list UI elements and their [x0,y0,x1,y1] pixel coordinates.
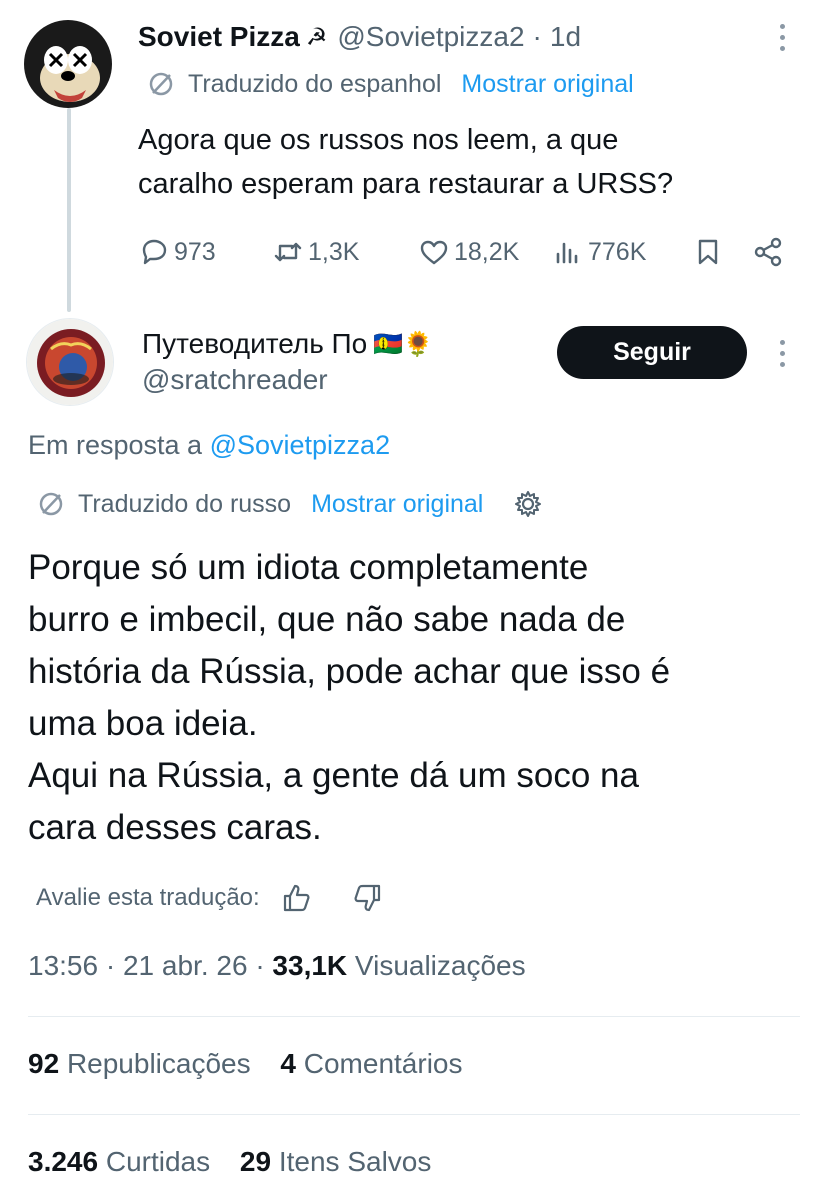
tweet-date[interactable]: 21 abr. 26 [123,950,248,981]
parent-tweet-text: Agora que os russos nos leem, a que cara… [138,118,673,206]
bookmark-icon [698,239,718,265]
main-author-row: Путеводитель По 🇳🇨🌻 [142,326,433,362]
timestamp-sep: · [255,950,265,981]
comments-stat[interactable]: 4 Comentários [280,1048,462,1079]
reposts-label: Republicações [66,1048,251,1079]
parent-display-name[interactable]: Soviet Pizza [138,21,300,53]
retweet-count: 1,3K [308,237,360,266]
follow-button[interactable]: Seguir [557,326,747,379]
avatar-sratchreader[interactable] [26,318,114,406]
parent-time-ago[interactable]: 1d [550,21,581,53]
rate-translation-row: Avalie esta tradução: [36,878,384,918]
translate-icon [39,492,63,516]
comments-count: 4 [280,1048,296,1079]
avatar-soviet-pizza[interactable] [24,20,112,108]
retweet-action[interactable]: 1,3K [272,232,359,272]
like-icon [420,240,448,265]
parent-name-emoji: ☭ [305,23,328,51]
parent-text-line: caralho esperam para restaurar a URSS? [138,168,674,200]
main-text-line: cara desses caras. [28,808,322,847]
reply-action[interactable]: 973 [138,232,216,272]
parent-translation-row: Traduzido do espanhol Mostrar original [148,66,634,102]
share-icon [754,237,782,267]
comments-label: Comentários [303,1048,463,1079]
like-count: 18,2K [454,237,520,266]
thumbs-up-icon[interactable] [280,882,312,914]
saves-label: Itens Salvos [278,1146,432,1177]
main-show-original-link[interactable]: Mostrar original [311,490,483,519]
translate-icon [149,72,173,96]
views-label: Visualizações [354,950,526,981]
likes-label: Curtidas [105,1146,211,1177]
main-text-line: história da Rússia, pode achar que isso … [28,652,671,691]
saves-count: 29 [239,1146,272,1177]
thumbs-down-icon[interactable] [352,882,384,914]
timestamp-row: 13:56 · 21 abr. 26 · 33,1K Visualizações [28,950,526,982]
main-translated-label: Traduzido do russo [78,489,292,518]
reply-count: 973 [174,237,216,266]
retweet-icon [274,242,302,262]
reposts-count: 92 [28,1048,60,1079]
engagement-row-1: 92 Republicações 4 Comentários [28,1048,462,1080]
like-action[interactable]: 18,2K [418,232,519,272]
reply-icon [142,239,167,265]
main-name-emoji: 🇳🇨🌻 [373,330,434,358]
parent-time-sep: · [532,21,542,52]
views-total: 33,1K [272,950,348,981]
rate-translation-label: Avalie esta tradução: [36,884,260,911]
parent-author-row: Soviet Pizza ☭ @Sovietpizza2 · 1d [138,18,581,56]
likes-stat[interactable]: 3.246 Curtidas [28,1146,210,1177]
main-text-line: Porque só um idiota completamente [28,548,589,587]
main-text-line: Aqui na Rússia, a gente dá um soco na [28,756,639,795]
divider [28,1114,800,1115]
bookmark-action[interactable] [692,232,724,272]
views-count: 776K [588,237,647,266]
tweet-time[interactable]: 13:56 [28,950,98,981]
parent-show-original-link[interactable]: Mostrar original [461,70,633,99]
main-display-name[interactable]: Путеводитель По [142,328,367,360]
reply-prefix: Em resposta a [28,430,203,460]
settings-icon[interactable] [513,489,543,519]
main-tweet-text: Porque só um idiota completamente burro … [28,542,670,854]
main-more-icon[interactable] [780,340,786,367]
divider [28,1016,800,1017]
parent-translated-label: Traduzido do espanhol [188,69,442,98]
share-action[interactable] [752,232,784,272]
likes-count: 3.246 [28,1146,99,1177]
main-translation-row: Traduzido do russo Mostrar original [38,486,543,522]
main-text-line: burro e imbecil, que não sabe nada de [28,600,626,639]
reply-handle-link[interactable]: @Sovietpizza2 [210,430,391,460]
saves-stat[interactable]: 29 Itens Salvos [240,1146,431,1177]
thread-connector-line [67,108,71,312]
reply-context: Em resposta a @Sovietpizza2 [28,430,390,461]
avatar-image [24,20,112,108]
avatar-image [27,319,113,405]
views-icon [556,242,578,264]
parent-handle[interactable]: @Sovietpizza2 [337,21,524,53]
parent-text-line: Agora que os russos nos leem, a que [138,124,619,156]
reposts-stat[interactable]: 92 Republicações [28,1048,251,1079]
main-text-line: uma boa ideia. [28,704,258,743]
engagement-row-2: 3.246 Curtidas 29 Itens Salvos [28,1146,431,1178]
main-handle[interactable]: @sratchreader [142,364,328,396]
views-action[interactable]: 776K [552,232,646,272]
parent-more-icon[interactable] [780,24,786,51]
timestamp-sep: · [105,950,116,981]
